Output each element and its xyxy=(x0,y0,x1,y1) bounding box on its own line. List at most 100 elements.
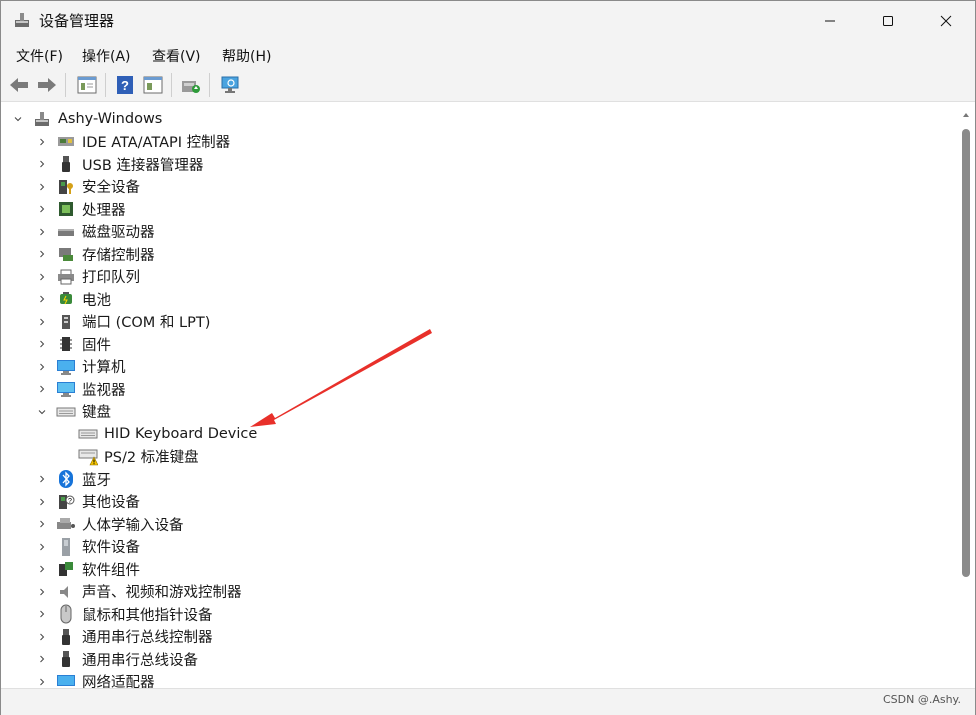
tree-category-13[interactable]: 蓝牙 xyxy=(36,468,111,490)
chevron-right-icon[interactable] xyxy=(36,181,48,193)
chevron-down-icon[interactable] xyxy=(12,113,24,125)
menu-action[interactable]: 操作(A) xyxy=(82,46,131,66)
tree-category-2[interactable]: 安全设备 xyxy=(36,176,140,198)
other-device-icon: ? xyxy=(56,492,76,512)
chevron-right-icon[interactable] xyxy=(36,518,48,530)
chevron-right-icon[interactable] xyxy=(36,563,48,575)
properties-icon xyxy=(77,76,97,94)
tree-category-label: 电池 xyxy=(82,292,111,309)
forward-button[interactable] xyxy=(35,73,59,97)
tree-device-1[interactable]: PS/2 标准键盘 xyxy=(78,446,199,468)
tree-category-4[interactable]: 磁盘驱动器 xyxy=(36,221,155,243)
chevron-right-icon[interactable] xyxy=(36,383,48,395)
scrollbar-thumb[interactable] xyxy=(962,129,970,577)
sound-icon xyxy=(56,582,76,602)
svg-text:?: ? xyxy=(68,498,72,505)
tree-category-12[interactable]: 键盘 xyxy=(36,401,111,423)
update-driver-icon xyxy=(182,81,200,93)
title-bar: 设备管理器 xyxy=(1,1,975,41)
scroll-up-icon[interactable] xyxy=(959,108,973,122)
scan-hardware-icon xyxy=(221,76,239,93)
back-button[interactable] xyxy=(7,73,31,97)
tree-category-6[interactable]: 打印队列 xyxy=(36,266,140,288)
chevron-right-icon[interactable] xyxy=(36,271,48,283)
update-driver-button[interactable] xyxy=(179,73,203,97)
chevron-right-icon[interactable] xyxy=(36,676,48,688)
tree-category-10[interactable]: 计算机 xyxy=(36,356,126,378)
back-arrow-icon xyxy=(10,78,28,92)
chevron-right-icon[interactable] xyxy=(36,473,48,485)
tree-category-22[interactable]: 网络适配器 xyxy=(36,671,155,688)
tree-category-8[interactable]: 端口 (COM 和 LPT) xyxy=(36,311,210,333)
tree-category-label: 计算机 xyxy=(82,360,126,376)
tree-category-19[interactable]: 鼠标和其他指针设备 xyxy=(36,603,213,625)
chevron-right-icon[interactable] xyxy=(36,248,48,260)
tree-category-label: USB 连接器管理器 xyxy=(82,157,204,174)
maximize-button[interactable] xyxy=(859,1,917,41)
properties-button[interactable] xyxy=(75,73,99,97)
tree-root[interactable]: Ashy-Windows xyxy=(12,108,162,130)
tree-category-label: 软件设备 xyxy=(82,540,140,556)
tree-category-15[interactable]: 人体学输入设备 xyxy=(36,513,184,535)
close-button[interactable] xyxy=(917,1,975,41)
tree-category-label: 蓝牙 xyxy=(82,472,111,489)
chevron-right-icon[interactable] xyxy=(36,496,48,508)
help-icon: ? xyxy=(117,76,133,94)
chevron-right-icon[interactable] xyxy=(36,316,48,328)
menu-file[interactable]: 文件(F) xyxy=(16,46,63,66)
security-device-icon xyxy=(56,177,76,197)
tree-category-0[interactable]: IDE ATA/ATAPI 控制器 xyxy=(36,131,230,153)
chevron-right-icon[interactable] xyxy=(36,653,48,665)
usb-controller-icon xyxy=(56,627,76,647)
chevron-down-icon[interactable] xyxy=(36,406,48,418)
tree-category-11[interactable]: 监视器 xyxy=(36,378,126,400)
window-title: 设备管理器 xyxy=(39,12,115,30)
chevron-right-icon[interactable] xyxy=(36,203,48,215)
chevron-right-icon[interactable] xyxy=(36,541,48,553)
chevron-right-icon[interactable] xyxy=(36,226,48,238)
help-button[interactable]: ? xyxy=(113,73,137,97)
tree-category-21[interactable]: 通用串行总线设备 xyxy=(36,648,198,670)
chevron-right-icon[interactable] xyxy=(36,158,48,170)
tree-device-label: HID Keyboard Device xyxy=(104,426,258,442)
menu-view[interactable]: 查看(V) xyxy=(152,46,201,66)
chevron-right-icon[interactable] xyxy=(36,631,48,643)
toolbar: ? xyxy=(1,69,975,102)
tree-category-1[interactable]: USB 连接器管理器 xyxy=(36,153,203,175)
tree-category-14[interactable]: ? 其他设备 xyxy=(36,491,140,513)
forward-arrow-icon xyxy=(38,78,56,92)
status-bar: CSDN @.Ashy. xyxy=(1,688,975,715)
tree-category-9[interactable]: 固件 xyxy=(36,333,111,355)
tree-device-label: PS/2 标准键盘 xyxy=(104,450,199,466)
processor-icon xyxy=(56,199,76,219)
tree-category-label: 处理器 xyxy=(82,202,126,219)
menu-help[interactable]: 帮助(H) xyxy=(222,46,271,66)
tree-category-7[interactable]: 电池 xyxy=(36,288,111,310)
chevron-right-icon[interactable] xyxy=(36,608,48,620)
tree-category-label: 端口 (COM 和 LPT) xyxy=(82,315,211,331)
tree-category-20[interactable]: 通用串行总线控制器 xyxy=(36,626,213,648)
chevron-right-icon[interactable] xyxy=(36,361,48,373)
chevron-right-icon[interactable] xyxy=(36,586,48,598)
tree-category-16[interactable]: 软件设备 xyxy=(36,536,140,558)
tree-category-18[interactable]: 声音、视频和游戏控制器 xyxy=(36,581,242,603)
scan-hardware-button[interactable] xyxy=(219,73,243,97)
chevron-right-icon[interactable] xyxy=(36,136,48,148)
maximize-icon xyxy=(883,16,893,26)
tree-category-label: IDE ATA/ATAPI 控制器 xyxy=(82,135,231,151)
chevron-right-icon[interactable] xyxy=(36,338,48,350)
tree-device-0[interactable]: HID Keyboard Device xyxy=(78,423,257,445)
ide-controller-icon xyxy=(56,132,76,152)
computer-root-icon xyxy=(32,109,52,129)
tree-category-label: 人体学输入设备 xyxy=(82,517,184,534)
tree-category-3[interactable]: 处理器 xyxy=(36,198,126,220)
view-button[interactable] xyxy=(141,73,165,97)
device-manager-app-icon xyxy=(13,11,31,29)
tree-category-5[interactable]: 存储控制器 xyxy=(36,243,155,265)
chevron-right-icon[interactable] xyxy=(36,293,48,305)
minimize-button[interactable] xyxy=(801,1,859,41)
tree-category-label: 打印队列 xyxy=(82,270,140,286)
vertical-scrollbar[interactable] xyxy=(959,102,973,688)
tree-category-17[interactable]: 软件组件 xyxy=(36,558,140,580)
tree-category-label: 网络适配器 xyxy=(82,675,155,688)
